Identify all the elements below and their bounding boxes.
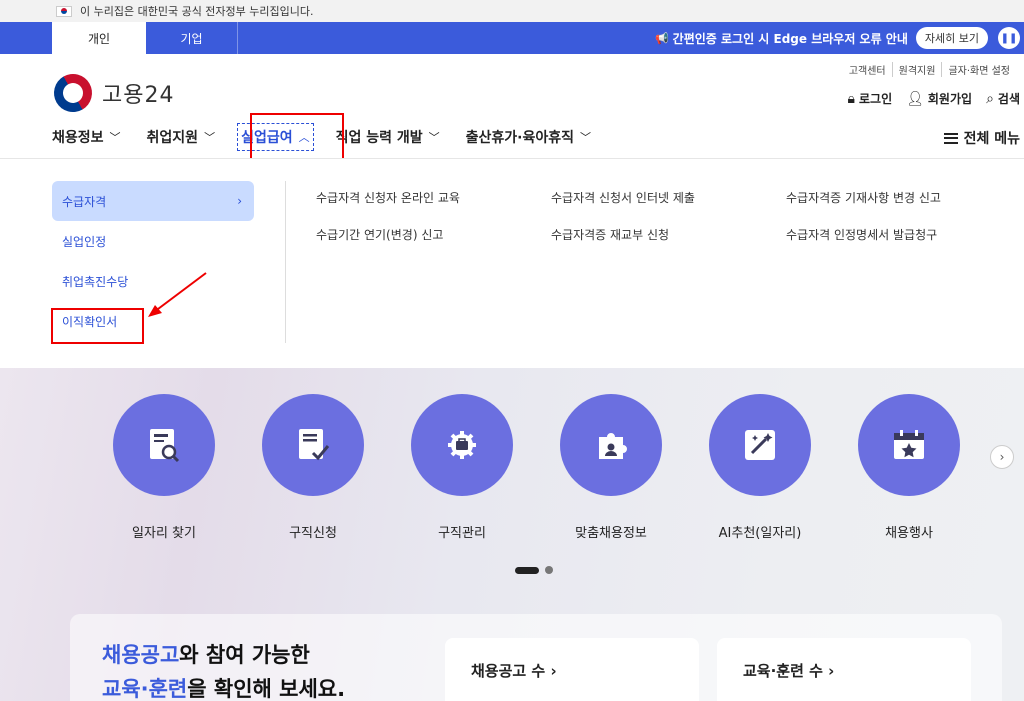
service-job-application[interactable]: 구직신청 (262, 394, 364, 541)
carousel-pagination (515, 566, 553, 574)
highlight-box-side (51, 308, 144, 344)
stat-card-label: 채용공고 수 › (471, 662, 557, 680)
pause-icon[interactable]: ❚❚ (998, 27, 1020, 49)
pagination-dot-active[interactable] (515, 566, 539, 574)
notice: 📢 간편인증 로그인 시 Edge 브라우저 오류 안내 자세히 보기 (655, 22, 988, 54)
sub-link[interactable]: 수급자격 신청서 인터넷 제출 (551, 189, 786, 206)
search-button[interactable]: ⌕ 검색 (986, 90, 1020, 107)
nav-item-maternity-leave[interactable]: 출산휴가·육아휴직 ﹀ (466, 127, 591, 147)
nav-item-label: 출산휴가·육아휴직 (465, 130, 574, 146)
top-notice-bar: 개인 기업 📢 간편인증 로그인 시 Edge 브라우저 오류 안내 자세히 보… (0, 22, 1024, 54)
stat-card-label: 교육·훈련 수 › (743, 662, 835, 680)
nav-item-label: 채용정보 (52, 130, 104, 146)
service-label: AI추천(일자리) (718, 526, 802, 541)
nav-item-job-info[interactable]: 채용정보 ﹀ (52, 127, 121, 147)
job-management-icon (411, 394, 513, 496)
info-title-text: 와 참여 가능한 (179, 643, 310, 667)
sub-link[interactable]: 수급자격증 기재사항 변경 신고 (786, 189, 1021, 206)
service-ai-recommend[interactable]: AI추천(일자리) (709, 394, 811, 541)
signup-label: 회원가입 (927, 92, 973, 106)
service-label: 채용행사 (885, 526, 933, 541)
job-search-icon (113, 394, 215, 496)
signup-button[interactable]: 👤︎ 회원가입 (906, 90, 972, 107)
site-logo[interactable]: 고용24 (47, 67, 175, 119)
taegeuk-logo-icon (47, 67, 99, 119)
search-icon: ⌕ (986, 90, 994, 107)
ai-recommend-icon (709, 394, 811, 496)
tab-corporate[interactable]: 기업 (146, 22, 238, 54)
custom-job-info-icon (560, 394, 662, 496)
login-label: 로그인 (858, 92, 893, 106)
service-shortcuts: 일자리 찾기 구직신청 구직관리 맞춤채용정보 AI추천(일자리) 채용행사 (113, 394, 1007, 541)
gov-banner-text: 이 누리집은 대한민국 공식 전자정부 누리집입니다. (80, 5, 314, 18)
info-title-text: 을 확인해 보세요. (187, 677, 346, 701)
chevron-down-icon: ﹀ (109, 131, 121, 144)
chevron-down-icon: ﹀ (428, 131, 440, 144)
service-job-search[interactable]: 일자리 찾기 (113, 394, 215, 541)
nav-item-label: 직업 능력 개발 (335, 130, 423, 146)
sub-link[interactable]: 수급자격증 재교부 신청 (551, 226, 786, 243)
sub-link[interactable]: 수급자격 신청자 온라인 교육 (316, 189, 551, 206)
nav-item-employment-support[interactable]: 취업지원 ﹀ (147, 127, 216, 147)
job-event-icon (858, 394, 960, 496)
sub-link[interactable]: 수급자격 인정명세서 발급청구 (786, 226, 1021, 243)
nav-item-label: 취업지원 (146, 130, 199, 146)
tab-personal[interactable]: 개인 (52, 22, 146, 54)
lock-icon: 🔒︎ (847, 90, 855, 107)
korea-flag-icon (56, 5, 72, 17)
sub-link[interactable]: 수급기간 연기(변경) 신고 (316, 226, 551, 243)
notice-text[interactable]: 간편인증 로그인 시 Edge 브라우저 오류 안내 (673, 30, 908, 47)
side-item-unemployment-recognition[interactable]: 실업인정 (52, 221, 254, 261)
util-link-customer-center[interactable]: 고객센터 (843, 62, 892, 77)
info-title: 채용공고와 참여 가능한 교육·훈련을 확인해 보세요. (102, 638, 345, 701)
stat-card-job-postings[interactable]: 채용공고 수 › (445, 638, 699, 701)
hero-section: 일자리 찾기 구직신청 구직관리 맞춤채용정보 AI추천(일자리) 채용행사 ›… (0, 368, 1024, 701)
nav-item-vocational-training[interactable]: 직업 능력 개발 ﹀ (336, 127, 440, 147)
side-item-label: 수급자격 (62, 194, 107, 209)
megaphone-icon: 📢 (654, 31, 669, 45)
hamburger-icon (943, 132, 958, 144)
search-label: 검색 (997, 92, 1020, 106)
gov-banner: 이 누리집은 대한민국 공식 전자정부 누리집입니다. (0, 0, 1024, 22)
info-panel: 채용공고와 참여 가능한 교육·훈련을 확인해 보세요. 채용공고 수 › 교육… (70, 614, 1002, 701)
stat-card-training[interactable]: 교육·훈련 수 › (717, 638, 971, 701)
carousel-next-icon[interactable]: › (990, 445, 1014, 469)
side-item-eligibility[interactable]: 수급자격 › (52, 181, 254, 221)
service-job-management[interactable]: 구직관리 (411, 394, 513, 541)
user-add-icon: 👤︎ (906, 90, 924, 107)
member-links: 🔒︎ 로그인 👤︎ 회원가입 ⌕ 검색 (848, 90, 1020, 107)
service-label: 일자리 찾기 (132, 526, 196, 541)
service-label: 구직관리 (438, 526, 486, 541)
info-title-highlight: 채용공고 (102, 643, 180, 667)
login-button[interactable]: 🔒︎ 로그인 (848, 90, 893, 107)
job-application-icon (262, 394, 364, 496)
annotation-arrow-icon (148, 272, 207, 317)
notice-detail-button[interactable]: 자세히 보기 (915, 27, 988, 49)
info-title-highlight: 교육·훈련 (102, 677, 188, 701)
mega-menu-dropdown: 수급자격 › 실업인정 취업촉진수당 이직확인서 수급자격 신청자 온라인 교육… (0, 158, 1024, 368)
all-menu-button[interactable]: 전체 메뉴 (943, 128, 1020, 148)
chevron-down-icon: ﹀ (579, 131, 591, 144)
logo-text: 고용24 (102, 83, 175, 108)
service-custom-job-info[interactable]: 맞춤채용정보 (560, 394, 662, 541)
service-label: 구직신청 (289, 526, 337, 541)
pagination-dot[interactable] (545, 566, 553, 574)
chevron-down-icon: ﹀ (204, 131, 216, 144)
chevron-right-icon: › (237, 194, 242, 208)
utility-links: 고객센터 원격지원 글자·화면 설정 (843, 62, 1016, 77)
service-job-event[interactable]: 채용행사 (858, 394, 960, 541)
dropdown-sub-links: 수급자격 신청자 온라인 교육 수급자격 신청서 인터넷 제출 수급자격증 기재… (316, 189, 1021, 243)
divider (285, 181, 286, 343)
service-label: 맞춤채용정보 (575, 526, 647, 541)
highlight-box-nav (250, 113, 344, 162)
util-link-display-settings[interactable]: 글자·화면 설정 (941, 62, 1016, 77)
all-menu-label: 전체 메뉴 (963, 131, 1020, 147)
util-link-remote-support[interactable]: 원격지원 (891, 62, 942, 77)
